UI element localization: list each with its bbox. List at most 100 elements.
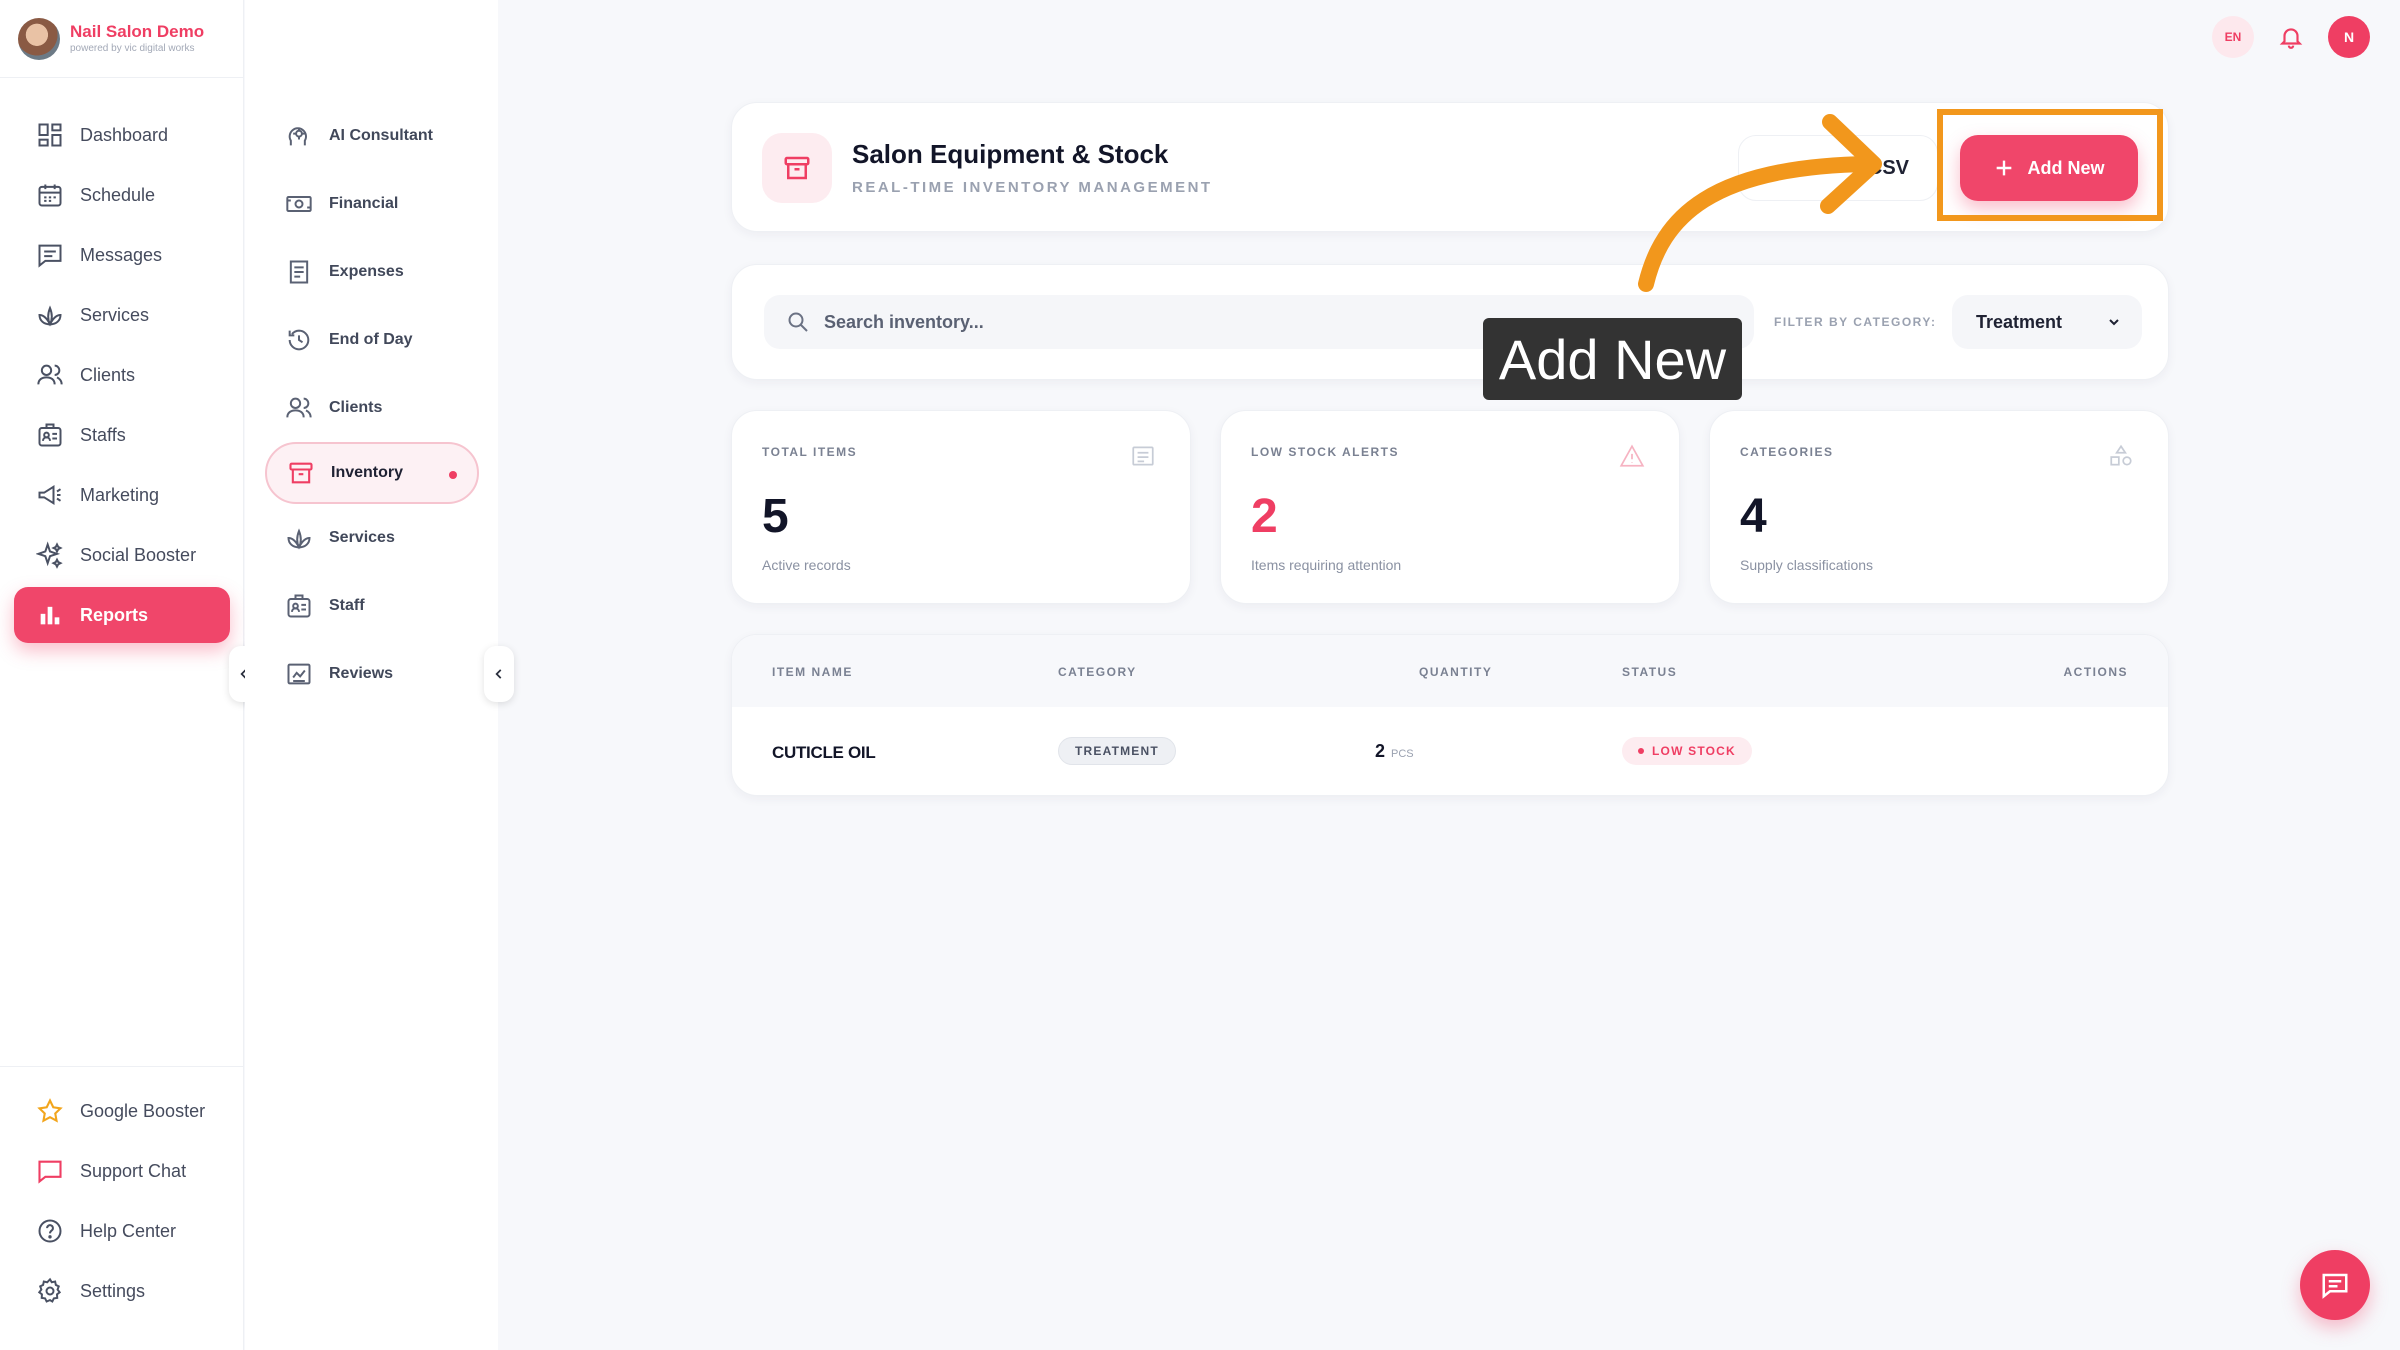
filter-label: FILTER BY CATEGORY: (1774, 315, 1937, 329)
subnav-label: Staff (329, 597, 365, 614)
nav-item-settings[interactable]: Settings (0, 1261, 244, 1321)
warning-icon (1619, 444, 1645, 467)
subnav-item-services[interactable]: Services (245, 504, 498, 572)
subnav-item-ai-consultant[interactable]: AI Consultant (245, 102, 498, 170)
lotus-icon (287, 528, 311, 550)
nav-item-support-chat[interactable]: Support Chat (0, 1141, 244, 1201)
nav-label: Staffs (80, 424, 126, 445)
dashboard-icon (38, 123, 62, 147)
subnav-label: Inventory (331, 464, 404, 481)
column-header-actions: ACTIONS (2063, 665, 2128, 679)
chat-icon (2322, 1273, 2348, 1299)
nav-item-clients[interactable]: Clients (0, 345, 244, 405)
column-header-status[interactable]: STATUS (1622, 665, 1677, 679)
nav-item-services[interactable]: Services (0, 285, 244, 345)
archive-icon (289, 462, 313, 484)
chat-icon (38, 1160, 62, 1184)
staff-icon (287, 594, 311, 618)
quantity-unit: PCS (1391, 748, 1414, 760)
stat-label: LOW STOCK ALERTS (1251, 445, 1399, 459)
stat-label: CATEGORIES (1740, 445, 1834, 459)
nav-item-schedule[interactable]: Schedule (0, 165, 244, 225)
users-icon (37, 364, 63, 385)
status-badge: LOW STOCK (1622, 737, 1752, 765)
add-new-button[interactable]: Add New (1960, 135, 2138, 201)
column-header-category[interactable]: CATEGORY (1058, 665, 1137, 679)
money-icon (286, 196, 312, 212)
subnav-label: Clients (329, 399, 383, 416)
bell-icon (2279, 28, 2303, 49)
brand-subtitle: powered by vic digital works (70, 43, 195, 54)
table-header: ITEM NAME CATEGORY QUANTITY STATUS ACTIO… (732, 635, 2168, 707)
stat-value: 5 (762, 490, 789, 543)
stat-card-low-stock: LOW STOCK ALERTS 2 Items requiring atten… (1220, 410, 1680, 604)
stat-value: 4 (1740, 490, 1767, 543)
nav-label: Google Booster (80, 1100, 206, 1121)
category-select[interactable]: Treatment (1952, 295, 2142, 349)
subnav-item-end-of-day[interactable]: End of Day (245, 306, 498, 374)
subnav-item-inventory[interactable]: Inventory (265, 442, 479, 504)
bottom-nav: Google Booster Support Chat Help Center … (0, 1066, 244, 1321)
ai-icon (288, 127, 307, 146)
nav-label: Support Chat (80, 1160, 187, 1181)
megaphone-icon (38, 485, 62, 505)
nav-label: Settings (80, 1280, 146, 1301)
nav-item-reports[interactable]: Reports (14, 587, 230, 643)
inventory-header-card: Salon Equipment & Stock REAL-TIME INVENT… (731, 102, 2169, 232)
nav-item-social-booster[interactable]: Social Booster (0, 525, 244, 585)
subnav-item-staff[interactable]: Staff (245, 572, 498, 640)
nav-item-help-center[interactable]: Help Center (0, 1201, 244, 1261)
filter-card: FILTER BY CATEGORY: Treatment (731, 264, 2169, 380)
help-icon (38, 1219, 62, 1243)
review-icon (287, 663, 311, 685)
subnav-item-clients[interactable]: Clients (245, 374, 498, 442)
nav-label: Social Booster (80, 544, 197, 565)
nav-label: Clients (80, 364, 136, 385)
subnav-item-expenses[interactable]: Expenses (245, 238, 498, 306)
primary-sidebar: Nail Salon Demo powered by vic digital w… (0, 0, 244, 1350)
column-header-item-name[interactable]: ITEM NAME (772, 665, 853, 679)
main-nav: Dashboard Schedule Messages Services Cli… (0, 105, 244, 643)
user-avatar[interactable]: N (2328, 16, 2370, 58)
stat-label: TOTAL ITEMS (762, 445, 858, 459)
subnav-label: Expenses (329, 263, 404, 280)
subnav-item-financial[interactable]: Financial (245, 170, 498, 238)
column-header-quantity[interactable]: QUANTITY (1419, 665, 1492, 679)
table-row[interactable]: CUTICLE OIL TREATMENT 2 PCS LOW STOCK (732, 707, 2168, 795)
nav-item-google-booster[interactable]: Google Booster (0, 1081, 244, 1141)
nav-item-marketing[interactable]: Marketing (0, 465, 244, 525)
sparkle-icon (36, 541, 63, 569)
stat-card-total-items: TOTAL ITEMS 5 Active records (731, 410, 1191, 604)
stat-note: Supply classifications (1740, 557, 1874, 573)
search-icon (788, 312, 808, 332)
plus-icon (1997, 160, 2012, 176)
nav-label: Help Center (80, 1220, 177, 1241)
lotus-icon (38, 305, 62, 327)
active-dot (449, 471, 457, 479)
page-subtitle: REAL-TIME INVENTORY MANAGEMENT (852, 179, 1213, 196)
star-icon (37, 1098, 63, 1123)
brand-avatar (18, 17, 60, 60)
nav-item-messages[interactable]: Messages (0, 225, 244, 285)
nav-item-staffs[interactable]: Staffs (0, 405, 244, 465)
stat-note: Active records (762, 557, 851, 573)
floating-chat-button[interactable] (2300, 1250, 2370, 1320)
collapse-subnav-button[interactable] (484, 646, 514, 702)
reports-subnav: AI Consultant Financial Expenses End of … (245, 0, 498, 1350)
staff-icon (38, 423, 62, 447)
status-dot (1638, 748, 1644, 754)
subnav-item-reviews[interactable]: Reviews (245, 640, 498, 708)
nav-label: Schedule (80, 184, 156, 205)
page-title: Salon Equipment & Stock (852, 139, 1169, 169)
brand[interactable]: Nail Salon Demo powered by vic digital w… (0, 0, 243, 78)
stat-value: 2 (1251, 490, 1278, 543)
nav-item-dashboard[interactable]: Dashboard (0, 105, 244, 165)
nav-label: Marketing (80, 484, 160, 505)
quantity-value: 2 (1375, 741, 1386, 761)
users-icon (286, 397, 312, 418)
notifications-button[interactable] (2270, 16, 2312, 58)
subnav-label: Reviews (329, 665, 394, 682)
language-button[interactable]: EN (2212, 16, 2254, 58)
category-badge: TREATMENT (1058, 737, 1176, 765)
bar-chart-icon (40, 606, 60, 625)
